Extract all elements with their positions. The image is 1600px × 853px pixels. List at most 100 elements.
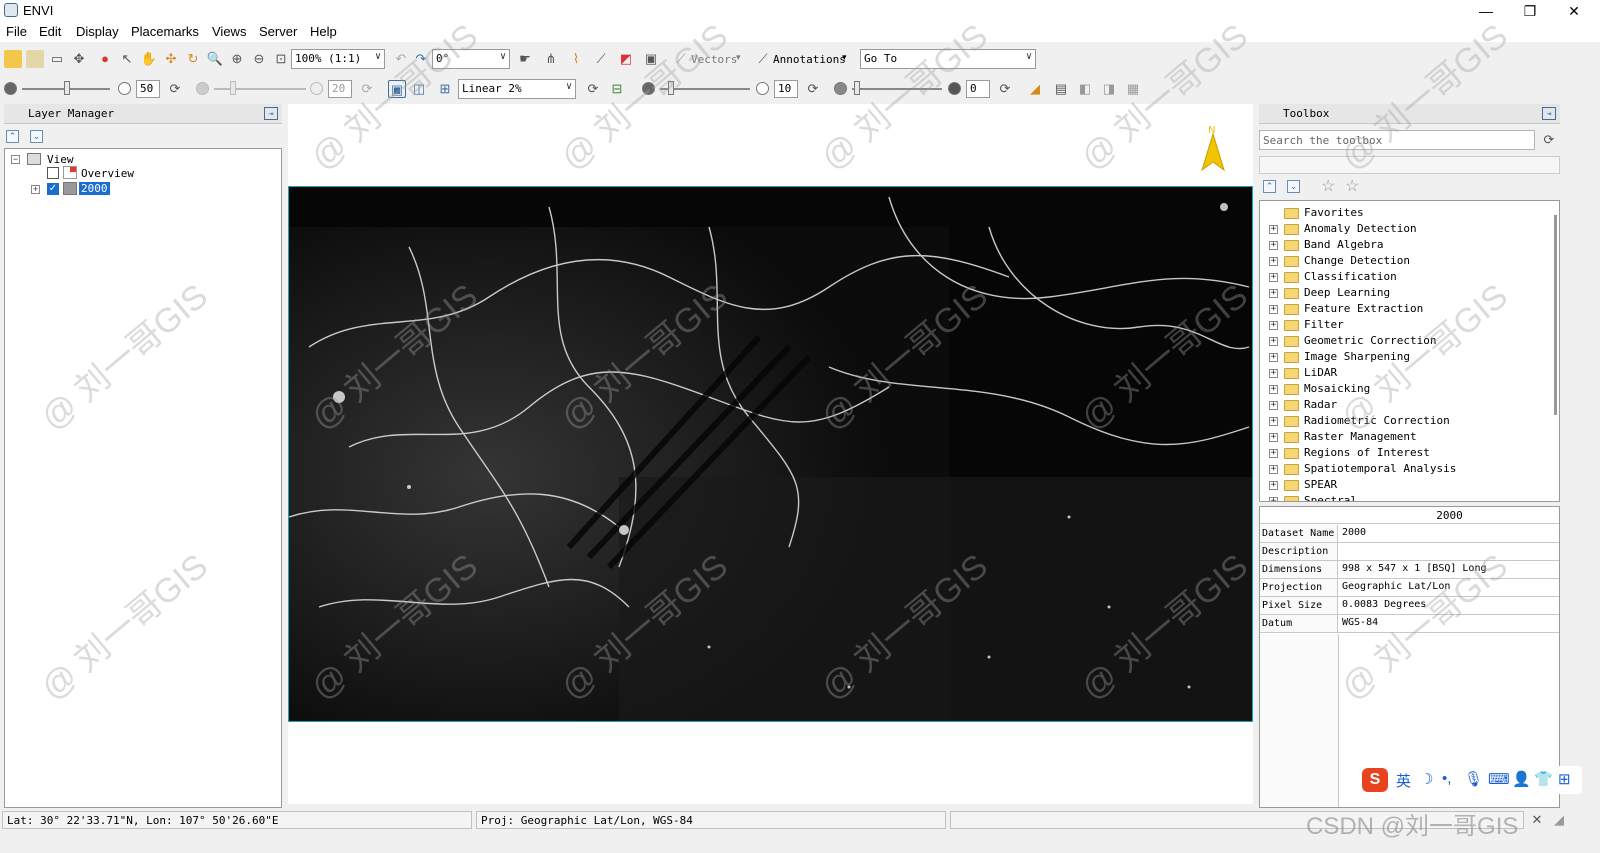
remove-favorite-icon[interactable]: ☆ xyxy=(1345,176,1359,196)
chip-icon[interactable]: ⊟ xyxy=(608,80,626,98)
reset-brightness-icon[interactable]: ⟳ xyxy=(166,80,184,98)
toolbox-item[interactable]: + Regions of Interest xyxy=(1260,445,1550,461)
expand-icon[interactable]: + xyxy=(1269,465,1278,474)
transparency-slider[interactable] xyxy=(852,88,942,90)
ime-language-toggle[interactable]: 英 xyxy=(1396,770,1411,791)
microphone-icon[interactable]: 🎙 xyxy=(1464,770,1483,788)
view-flicker-icon[interactable]: ◧ xyxy=(1076,80,1094,98)
expand-icon[interactable]: + xyxy=(1269,401,1278,410)
display-icon[interactable]: ▭ xyxy=(48,50,66,68)
tree-node-overview[interactable]: Overview xyxy=(47,166,247,181)
toolbox-item[interactable]: + Mosaicking xyxy=(1260,381,1550,397)
expand-icon[interactable]: + xyxy=(1269,305,1278,314)
reset-contrast-icon[interactable]: ⟳ xyxy=(358,80,376,98)
zoom-full-icon[interactable]: ⊡ xyxy=(272,50,290,68)
expand-icon[interactable]: + xyxy=(1269,481,1278,490)
full-extent-icon[interactable]: ▣ xyxy=(388,80,406,98)
rotate-left-icon[interactable]: ↶ xyxy=(392,50,410,68)
rotation-combo[interactable]: 0° ∨ xyxy=(432,49,510,69)
toolbox-item[interactable]: + SPEAR xyxy=(1260,477,1550,493)
pin-icon[interactable]: ⇥ xyxy=(1542,107,1556,120)
contrast-slider-thumb[interactable] xyxy=(230,81,236,95)
cursor-value-icon[interactable]: ☛ xyxy=(516,50,534,68)
toolbox-item[interactable]: + Spectral xyxy=(1260,493,1550,501)
reset-transparency-icon[interactable]: ⟳ xyxy=(996,80,1014,98)
punctuation-icon[interactable]: •, xyxy=(1442,770,1451,787)
sharpen-value[interactable]: 10 xyxy=(774,80,798,98)
layer-2000-checkbox[interactable]: ✓ xyxy=(47,183,59,195)
expand-icon[interactable]: + xyxy=(1269,449,1278,458)
mask-icon[interactable]: ◩ xyxy=(617,50,635,68)
transparency-slider-thumb[interactable] xyxy=(854,81,860,95)
view-blend-icon[interactable]: ▤ xyxy=(1052,80,1070,98)
rotate-icon[interactable]: ↻ xyxy=(184,50,202,68)
menu-server[interactable]: Server xyxy=(259,24,297,39)
menu-views[interactable]: Views xyxy=(212,24,246,39)
expand-icon[interactable]: + xyxy=(1269,289,1278,298)
overview-checkbox[interactable] xyxy=(47,167,59,179)
open-icon[interactable] xyxy=(4,50,22,68)
menu-edit[interactable]: Edit xyxy=(39,24,61,39)
expand-icon[interactable]: + xyxy=(1269,353,1278,362)
expand-icon[interactable]: + xyxy=(1269,337,1278,346)
toolbox-item[interactable]: + Band Algebra xyxy=(1260,237,1550,253)
collapse-all-icon[interactable]: ⌃ xyxy=(6,130,19,143)
expand-icon[interactable]: + xyxy=(1269,417,1278,426)
ime-toolbar[interactable]: S 英 ☽ •, 🎙 ⌨ 👤 👕 ⊞ xyxy=(1360,766,1582,794)
tree-node-layer-2000[interactable]: + ✓ 2000 xyxy=(31,182,231,197)
view-swipe-icon[interactable]: ◨ xyxy=(1100,80,1118,98)
toolbox-search-input[interactable]: Search the toolbox xyxy=(1259,130,1535,150)
data-manager-icon[interactable] xyxy=(26,50,44,68)
contrast-slider[interactable] xyxy=(214,88,306,90)
toolbox-item[interactable]: + Radiometric Correction xyxy=(1260,413,1550,429)
contrast-value[interactable]: 20 xyxy=(328,80,352,98)
annotations-dropdown[interactable]: Annotations xyxy=(773,53,846,66)
toolbox-item[interactable]: + Anomaly Detection xyxy=(1260,221,1550,237)
menu-display[interactable]: Display xyxy=(76,24,119,39)
refresh-icon[interactable]: ⟳ xyxy=(1540,131,1558,149)
collapse-icon[interactable]: − xyxy=(11,155,20,164)
cancel-process-icon[interactable]: ✕ xyxy=(1528,811,1546,829)
expand-icon[interactable]: + xyxy=(1269,385,1278,394)
toolbox-item[interactable]: + Deep Learning xyxy=(1260,285,1550,301)
zoom-icon[interactable]: 🔍 xyxy=(206,50,224,68)
select-icon[interactable]: ↖ xyxy=(118,50,136,68)
menu-file[interactable]: File xyxy=(6,24,27,39)
user-icon[interactable]: 👤 xyxy=(1512,770,1531,788)
expand-icon[interactable]: + xyxy=(1269,321,1278,330)
rotate-right-icon[interactable]: ↷ xyxy=(412,50,430,68)
expand-icon[interactable]: + xyxy=(1269,257,1278,266)
brightness-slider-thumb[interactable] xyxy=(64,81,70,95)
transparency-value[interactable]: 0 xyxy=(966,80,990,98)
toolbox-item[interactable]: + Raster Management xyxy=(1260,429,1550,445)
export-icon[interactable]: ▣ xyxy=(642,50,660,68)
image-view[interactable]: N xyxy=(288,104,1253,804)
refresh-stretch-icon[interactable]: ⟳ xyxy=(584,80,602,98)
menu-grid-icon[interactable]: ⊞ xyxy=(1558,770,1571,788)
close-button[interactable]: ✕ xyxy=(1552,0,1596,22)
vectors-dropdown[interactable]: Vectors xyxy=(691,53,737,66)
toolbox-item[interactable]: + Filter xyxy=(1260,317,1550,333)
collapse-all-icon[interactable]: ⌃ xyxy=(1263,180,1276,193)
portal-icon[interactable]: ◢ xyxy=(1026,80,1044,98)
expand-all-icon[interactable]: ⌄ xyxy=(1287,180,1300,193)
pin-icon[interactable]: ⇥ xyxy=(264,107,278,120)
zoom-out-icon[interactable]: ⊖ xyxy=(250,50,268,68)
placemark-icon[interactable]: ● xyxy=(96,50,114,68)
expand-icon[interactable]: + xyxy=(1269,225,1278,234)
toolbox-item[interactable]: + Geometric Correction xyxy=(1260,333,1550,349)
histogram-icon[interactable]: ◫ xyxy=(410,80,428,98)
zoom-in-icon[interactable]: ⊕ xyxy=(228,50,246,68)
pan-icon[interactable]: ✥ xyxy=(70,50,88,68)
toolbox-item[interactable]: + Classification xyxy=(1260,269,1550,285)
skin-icon[interactable]: 👕 xyxy=(1534,770,1553,788)
measure-icon[interactable]: ⟋ xyxy=(592,50,610,68)
restore-button[interactable]: ❐ xyxy=(1508,0,1552,22)
toolbox-item[interactable]: + LiDAR xyxy=(1260,365,1550,381)
stretch-settings-icon[interactable]: ⊞ xyxy=(436,80,454,98)
minimize-button[interactable]: — xyxy=(1464,0,1508,22)
toolbox-item-favorites[interactable]: Favorites xyxy=(1260,205,1550,221)
view-overlay-icon[interactable]: ▦ xyxy=(1124,80,1142,98)
expand-all-icon[interactable]: ⌄ xyxy=(30,130,43,143)
crosshair-icon[interactable]: ⋔ xyxy=(542,50,560,68)
